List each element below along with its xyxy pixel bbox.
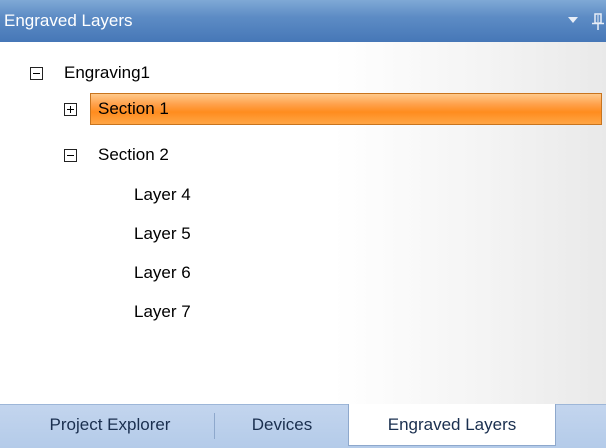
panel-title: Engraved Layers [4, 11, 133, 30]
tab-separator [214, 413, 215, 439]
dropdown-arrow-icon[interactable] [568, 17, 578, 23]
tree-node-layer-7[interactable]: Layer 7 [134, 295, 191, 329]
tree-node-layer-5[interactable]: Layer 5 [134, 217, 191, 251]
expand-toggle-icon[interactable] [64, 103, 77, 116]
collapse-toggle-icon[interactable] [64, 149, 77, 162]
panel-tabstrip: Project Explorer Devices Engraved Layers [0, 404, 606, 448]
tree-node-layer-4[interactable]: Layer 4 [134, 178, 191, 212]
tab-engraved-layers[interactable]: Engraved Layers [348, 404, 556, 446]
tab-project-explorer[interactable]: Project Explorer [10, 405, 210, 445]
collapse-toggle-icon[interactable] [30, 67, 43, 80]
tree-node-section-2[interactable]: Section 2 [98, 138, 169, 172]
panel-titlebar: Engraved Layers [0, 0, 606, 42]
tree-node-section-1[interactable]: Section 1 [98, 92, 169, 126]
tab-devices[interactable]: Devices [218, 405, 346, 445]
tree-node-layer-6[interactable]: Layer 6 [134, 256, 191, 290]
engraved-layers-panel: Engraved Layers Engraving1 Section 1 Sec [0, 0, 606, 448]
tree-node-engraving1[interactable]: Engraving1 [64, 56, 150, 90]
titlebar-buttons [566, 0, 606, 42]
layer-tree: Engraving1 Section 1 Section 2 Layer 4 L… [0, 42, 606, 404]
pin-icon[interactable] [590, 13, 606, 31]
